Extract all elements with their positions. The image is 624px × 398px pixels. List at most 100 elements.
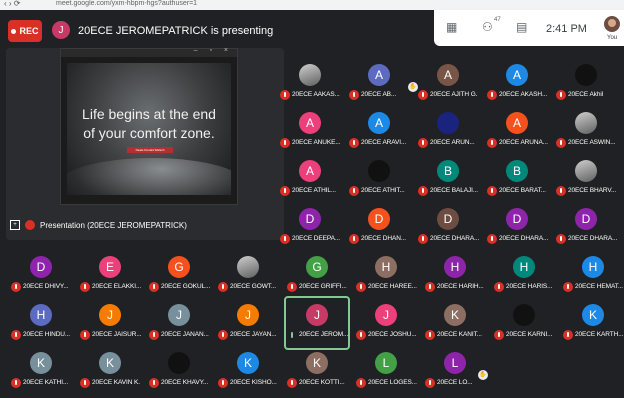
participant-tile[interactable]: H 20ECE HAREE... <box>353 248 419 302</box>
hand-icon: ✋ <box>408 82 418 92</box>
participant-name: 20ECE JOSHU... <box>368 331 417 338</box>
participant-tile[interactable]: 20ECE Akhil <box>553 56 619 110</box>
participant-tile[interactable]: 20ECE BHARV... <box>553 152 619 206</box>
mic-off-icon <box>349 138 359 148</box>
participant-name: 20ECE ARUN... <box>430 139 475 146</box>
people-icon[interactable]: ⚇ <box>482 20 493 34</box>
hand-icon: ✋ <box>478 370 488 380</box>
self-avatar[interactable] <box>604 16 620 32</box>
participant-name: 20ECE JANAN... <box>161 331 209 338</box>
participant-avatar: K <box>30 352 52 374</box>
address-bar[interactable]: meet.google.com/yxm-hbpm-hgs?authuser=1 <box>56 0 197 7</box>
participant-name: 20ECE JAYAN... <box>230 331 277 338</box>
participant-tile[interactable]: 20ECE ARUN... <box>415 104 481 158</box>
presentation-caption: + Presentation (20ECE JEROMEPATRICK) <box>10 220 187 230</box>
participant-tile[interactable]: J 20ECE JAYAN... <box>215 296 281 350</box>
participant-avatar: D <box>506 208 528 230</box>
participant-tile[interactable]: J 20ECE JAISUR... <box>77 296 143 350</box>
info-icon[interactable]: ▦ <box>446 20 457 34</box>
participant-name: 20ECE DHIVY... <box>23 283 69 290</box>
participant-name: 20ECE BALAJI... <box>430 187 478 194</box>
participant-name: 20ECE BARAT... <box>499 187 546 194</box>
participant-tile[interactable]: 20ECE ATHIT... <box>346 152 412 206</box>
pin-icon[interactable]: + <box>10 220 20 230</box>
presentation-tile[interactable]: – ▫ × Life begins at the end of your com… <box>6 47 284 240</box>
participant-tile[interactable]: A 20ECE ARAVI... <box>346 104 412 158</box>
participant-tile[interactable]: E 20ECE ELAKKI... <box>77 248 143 302</box>
mic-off-icon <box>494 330 504 340</box>
recording-indicator[interactable]: REC <box>8 20 42 42</box>
participant-tile[interactable]: J 20ECE JOSHU... <box>353 296 419 350</box>
participant-name: 20ECE KHAVY... <box>161 379 209 386</box>
participant-tile[interactable]: K 20ECE KANIT... <box>422 296 488 350</box>
participant-tile[interactable]: D 20ECE DHARA... <box>484 200 550 254</box>
beach-image <box>67 158 231 195</box>
participant-name: 20ECE KATHI... <box>23 379 69 386</box>
participant-avatar: H <box>375 256 397 278</box>
participant-tile[interactable]: H 20ECE HINDU... <box>8 296 74 350</box>
participant-tile[interactable]: 20ECE KARNI... <box>491 296 557 350</box>
participant-tile[interactable]: K 20ECE KATHI... <box>8 344 74 398</box>
participant-tile[interactable]: A 20ECE AJITH G. <box>415 56 481 110</box>
meeting-info-panel: ▦ ⚇ 47 ▤ 2:41 PM You <box>434 10 624 46</box>
participant-avatar: K <box>444 304 466 326</box>
participant-name: 20ECE AB... <box>361 91 397 98</box>
participant-tile[interactable]: D 20ECE DHAN... <box>346 200 412 254</box>
participant-tile[interactable]: K 20ECE KISHO... <box>215 344 281 398</box>
participant-name: 20ECE HAREE... <box>368 283 417 290</box>
participant-avatar: A <box>506 112 528 134</box>
participant-tile[interactable]: D 20ECE DEEPA... <box>277 200 343 254</box>
mic-off-icon <box>563 330 573 340</box>
participant-name: 20ECE ATHIT... <box>361 187 405 194</box>
mic-off-icon <box>218 330 228 340</box>
participant-name: 20ECE ELAKKI... <box>92 283 142 290</box>
participant-tile[interactable]: L 20ECE LOGES... <box>353 344 419 398</box>
participant-tile[interactable]: A 20ECE ANUKE... <box>277 104 343 158</box>
mic-off-icon <box>287 378 297 388</box>
mic-off-icon <box>80 330 90 340</box>
mic-off-icon <box>563 282 573 292</box>
participant-tile[interactable]: A 20ECE AKASH... <box>484 56 550 110</box>
participant-tile[interactable]: H 20ECE HARIH... <box>422 248 488 302</box>
participant-tile[interactable]: G 20ECE GOKUL... <box>146 248 212 302</box>
chat-icon[interactable]: ▤ <box>516 20 527 34</box>
participant-name: 20ECE JAISUR... <box>92 331 142 338</box>
participant-tile[interactable]: D 20ECE DHARA... <box>415 200 481 254</box>
participant-avatar: A <box>506 64 528 86</box>
participant-tile[interactable]: A 20ECE ATHIL... <box>277 152 343 206</box>
participant-tile[interactable]: H 20ECE HEMAT... <box>560 248 624 302</box>
mic-off-icon <box>149 330 159 340</box>
participant-tile[interactable]: K 20ECE KAVIN K. <box>77 344 143 398</box>
record-dot-icon <box>11 28 17 34</box>
mic-off-icon <box>356 282 366 292</box>
participant-tile[interactable]: K 20ECE KARTH... <box>560 296 624 350</box>
mic-off-icon <box>356 330 366 340</box>
participant-tile[interactable]: A 20ECE ARUNA... <box>484 104 550 158</box>
participant-tile[interactable]: D 20ECE DHARA... <box>553 200 619 254</box>
mic-off-icon <box>149 282 159 292</box>
participant-tile[interactable]: H 20ECE HARIS... <box>491 248 557 302</box>
participant-tile[interactable]: 20ECE ASWIN... <box>553 104 619 158</box>
participant-tile[interactable]: 20ECE KHAVY... <box>146 344 212 398</box>
participant-avatar: D <box>30 256 52 278</box>
participant-tile[interactable]: J 20ECE JEROM... <box>284 296 350 350</box>
participant-name: 20ECE HARIS... <box>506 283 553 290</box>
mic-off-icon <box>418 186 428 196</box>
participant-avatar: H <box>30 304 52 326</box>
participant-tile[interactable]: A 20ECE AB... <box>346 56 412 110</box>
participant-tile[interactable]: 20ECE GOWT... <box>215 248 281 302</box>
participant-avatar: B <box>506 160 528 182</box>
participant-tile[interactable]: D 20ECE DHIVY... <box>8 248 74 302</box>
participant-avatar <box>513 304 535 326</box>
participant-tile[interactable]: B 20ECE BALAJI... <box>415 152 481 206</box>
participant-avatar: J <box>375 304 397 326</box>
participant-name: 20ECE JEROM... <box>299 331 349 338</box>
browser-nav-icons[interactable]: ‹ › ⟳ <box>4 0 20 8</box>
participant-tile[interactable]: K 20ECE KOTTI... <box>284 344 350 398</box>
slide: Life begins at the end of your comfort z… <box>67 63 231 195</box>
participant-tile[interactable]: B 20ECE BARAT... <box>484 152 550 206</box>
participant-tile[interactable]: J 20ECE JANAN... <box>146 296 212 350</box>
participant-tile[interactable]: 20ECE AAKAS... <box>277 56 343 110</box>
participant-name: 20ECE AKASH... <box>499 91 548 98</box>
participant-tile[interactable]: G 20ECE GRIFFI... <box>284 248 350 302</box>
